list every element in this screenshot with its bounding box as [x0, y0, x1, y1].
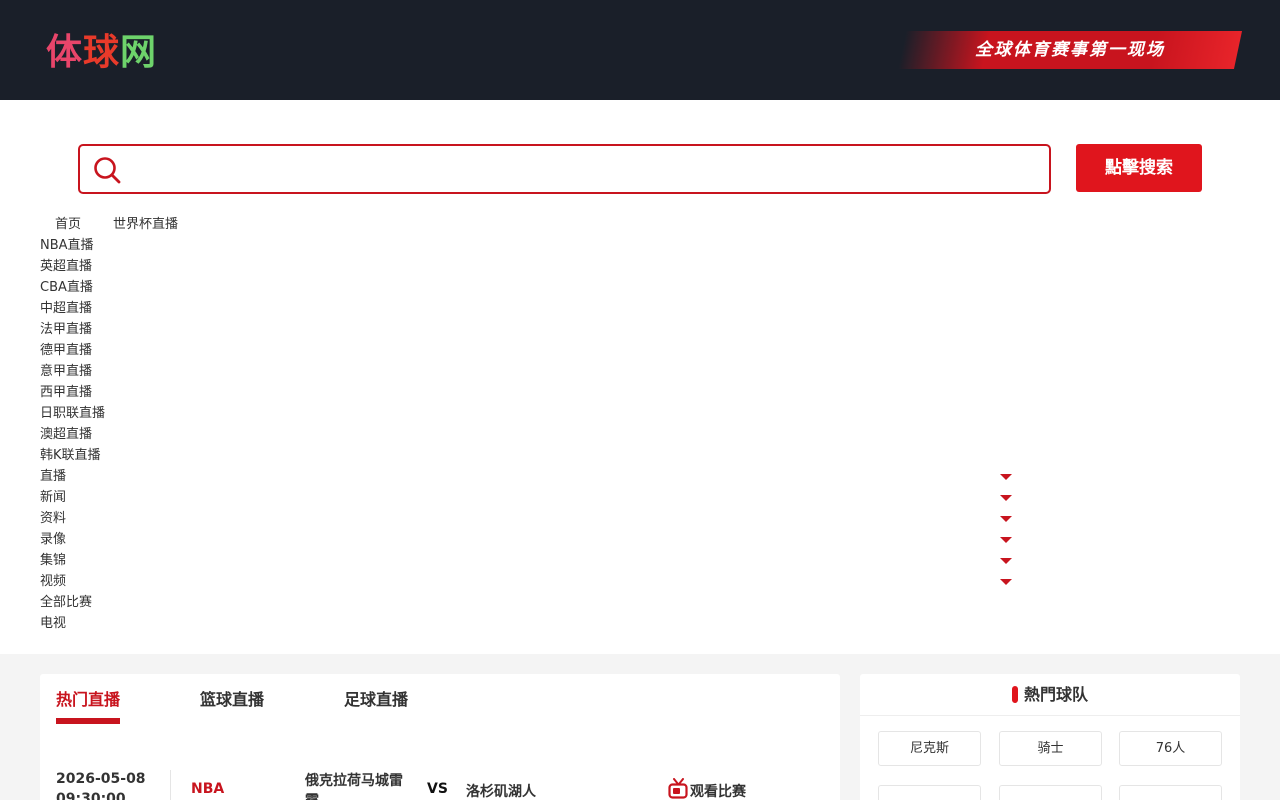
nav-item-label: 德甲直播 [40, 343, 93, 358]
nav-item[interactable]: 中超直播 [40, 298, 1020, 319]
nav-item-label: 新闻 [40, 490, 67, 505]
nav-item-label: 直播 [40, 469, 67, 484]
nav-item-label: 法甲直播 [40, 322, 93, 337]
nav-item-label: 日职联直播 [40, 406, 106, 421]
active-tab-indicator [56, 718, 120, 724]
hot-teams-header: 熱門球队 [860, 674, 1240, 716]
tab-hot-live[interactable]: 热门直播 [56, 688, 120, 712]
team-button[interactable] [1119, 785, 1222, 800]
tab-basketball-live[interactable]: 篮球直播 [200, 688, 264, 712]
search-button[interactable]: 點擊搜索 [1076, 144, 1202, 192]
nav-item[interactable]: 全部比赛 [40, 592, 1020, 613]
nav-item-label: 意甲直播 [40, 364, 93, 379]
live-matches-panel: 热门直播 篮球直播 足球直播 2026-05-08 09:30:00 NBA 俄… [40, 674, 840, 800]
match-vs: VS [427, 781, 448, 797]
nav-item-world-cup[interactable]: 世界杯直播 [113, 215, 178, 235]
team-button[interactable]: 76人 [1119, 731, 1222, 766]
nav-item-label: 中超直播 [40, 301, 93, 316]
nav-item[interactable]: 韩K联直播 [40, 445, 1020, 466]
caret-down-icon[interactable] [1000, 474, 1012, 480]
team-button[interactable] [999, 785, 1102, 800]
match-time: 09:30:00 [56, 791, 126, 800]
caret-down-icon[interactable] [1000, 495, 1012, 501]
nav-item[interactable]: 直播 [40, 466, 1020, 487]
search-input[interactable] [130, 152, 1030, 186]
nav-list: NBA直播英超直播 CBA直播中超直播法甲直播德甲直播意甲直播西甲直播日职联直播澳… [40, 235, 1020, 634]
nav-item-label: 韩K联直播 [40, 448, 101, 463]
logo-char-3: 网 [120, 32, 158, 73]
nav-item[interactable]: 电视 [40, 613, 1020, 634]
nav-item[interactable]: 德甲直播 [40, 340, 1020, 361]
nav-item[interactable]: 西甲直播 [40, 382, 1020, 403]
search-box [78, 144, 1051, 194]
team-button[interactable] [878, 785, 981, 800]
nav-item-label: 英超直播 [40, 259, 93, 274]
team-button[interactable]: 骑士 [999, 731, 1102, 766]
team-button[interactable]: 尼克斯 [878, 731, 981, 766]
match-home-team[interactable]: 俄克拉荷马城雷霆 [305, 771, 415, 800]
tab-football-live[interactable]: 足球直播 [344, 688, 408, 712]
match-away-team[interactable]: 洛杉矶湖人 [466, 781, 536, 800]
caret-down-icon[interactable] [1000, 558, 1012, 564]
match-divider [170, 770, 171, 800]
nav-item[interactable]: 录像 [40, 529, 1020, 550]
nav-item[interactable]: 集锦 [40, 550, 1020, 571]
top-header: 体球网 全球体育赛事第一现场 [0, 0, 1280, 100]
nav-item[interactable]: 法甲直播 [40, 319, 1020, 340]
nav-item-label: 电视 [40, 616, 67, 631]
nav-item-label: CBA直播 [40, 280, 93, 295]
nav-item-label: 录像 [40, 532, 67, 547]
nav-item[interactable]: 日职联直播 [40, 403, 1020, 424]
nav-item-label: 资料 [40, 511, 67, 526]
caret-down-icon[interactable] [1000, 516, 1012, 522]
nav-item[interactable]: 澳超直播 [40, 424, 1020, 445]
tv-icon [668, 778, 688, 799]
caret-down-icon[interactable] [1000, 579, 1012, 585]
nav-item[interactable]: 视频 [40, 571, 1020, 592]
site-logo[interactable]: 体球网 [46, 30, 157, 76]
hot-teams-panel: 熱門球队 尼克斯 骑士 76人 [860, 674, 1240, 800]
caret-down-icon[interactable] [1000, 537, 1012, 543]
match-league[interactable]: NBA [191, 781, 224, 797]
logo-char-1: 体 [46, 32, 84, 73]
nav-item-label: NBA直播 [40, 238, 94, 253]
nav-item[interactable]: 资料 [40, 508, 1020, 529]
nav-item[interactable]: NBA直播 [40, 235, 1020, 256]
slogan-text: 全球体育赛事第一现场 [975, 40, 1165, 60]
search-icon [94, 157, 121, 184]
nav-item[interactable]: 英超直播 [40, 256, 1020, 277]
match-date: 2026-05-08 [56, 771, 146, 787]
nav-item-label: 澳超直播 [40, 427, 93, 442]
title-accent-bar [1012, 686, 1018, 703]
nav-item-home[interactable]: 首页 [55, 215, 81, 235]
nav-item[interactable]: 意甲直播 [40, 361, 1020, 382]
nav-item-label: 全部比赛 [40, 595, 93, 610]
nav-item-label: 集锦 [40, 553, 67, 568]
nav-item-label: 视频 [40, 574, 67, 589]
nav-item[interactable]: CBA直播 [40, 277, 1020, 298]
nav-item[interactable]: 新闻 [40, 487, 1020, 508]
watch-match-label: 观看比赛 [690, 784, 746, 800]
logo-char-2: 球 [83, 32, 121, 73]
nav-item-label: 西甲直播 [40, 385, 93, 400]
hot-teams-title: 熱門球队 [1024, 685, 1089, 704]
